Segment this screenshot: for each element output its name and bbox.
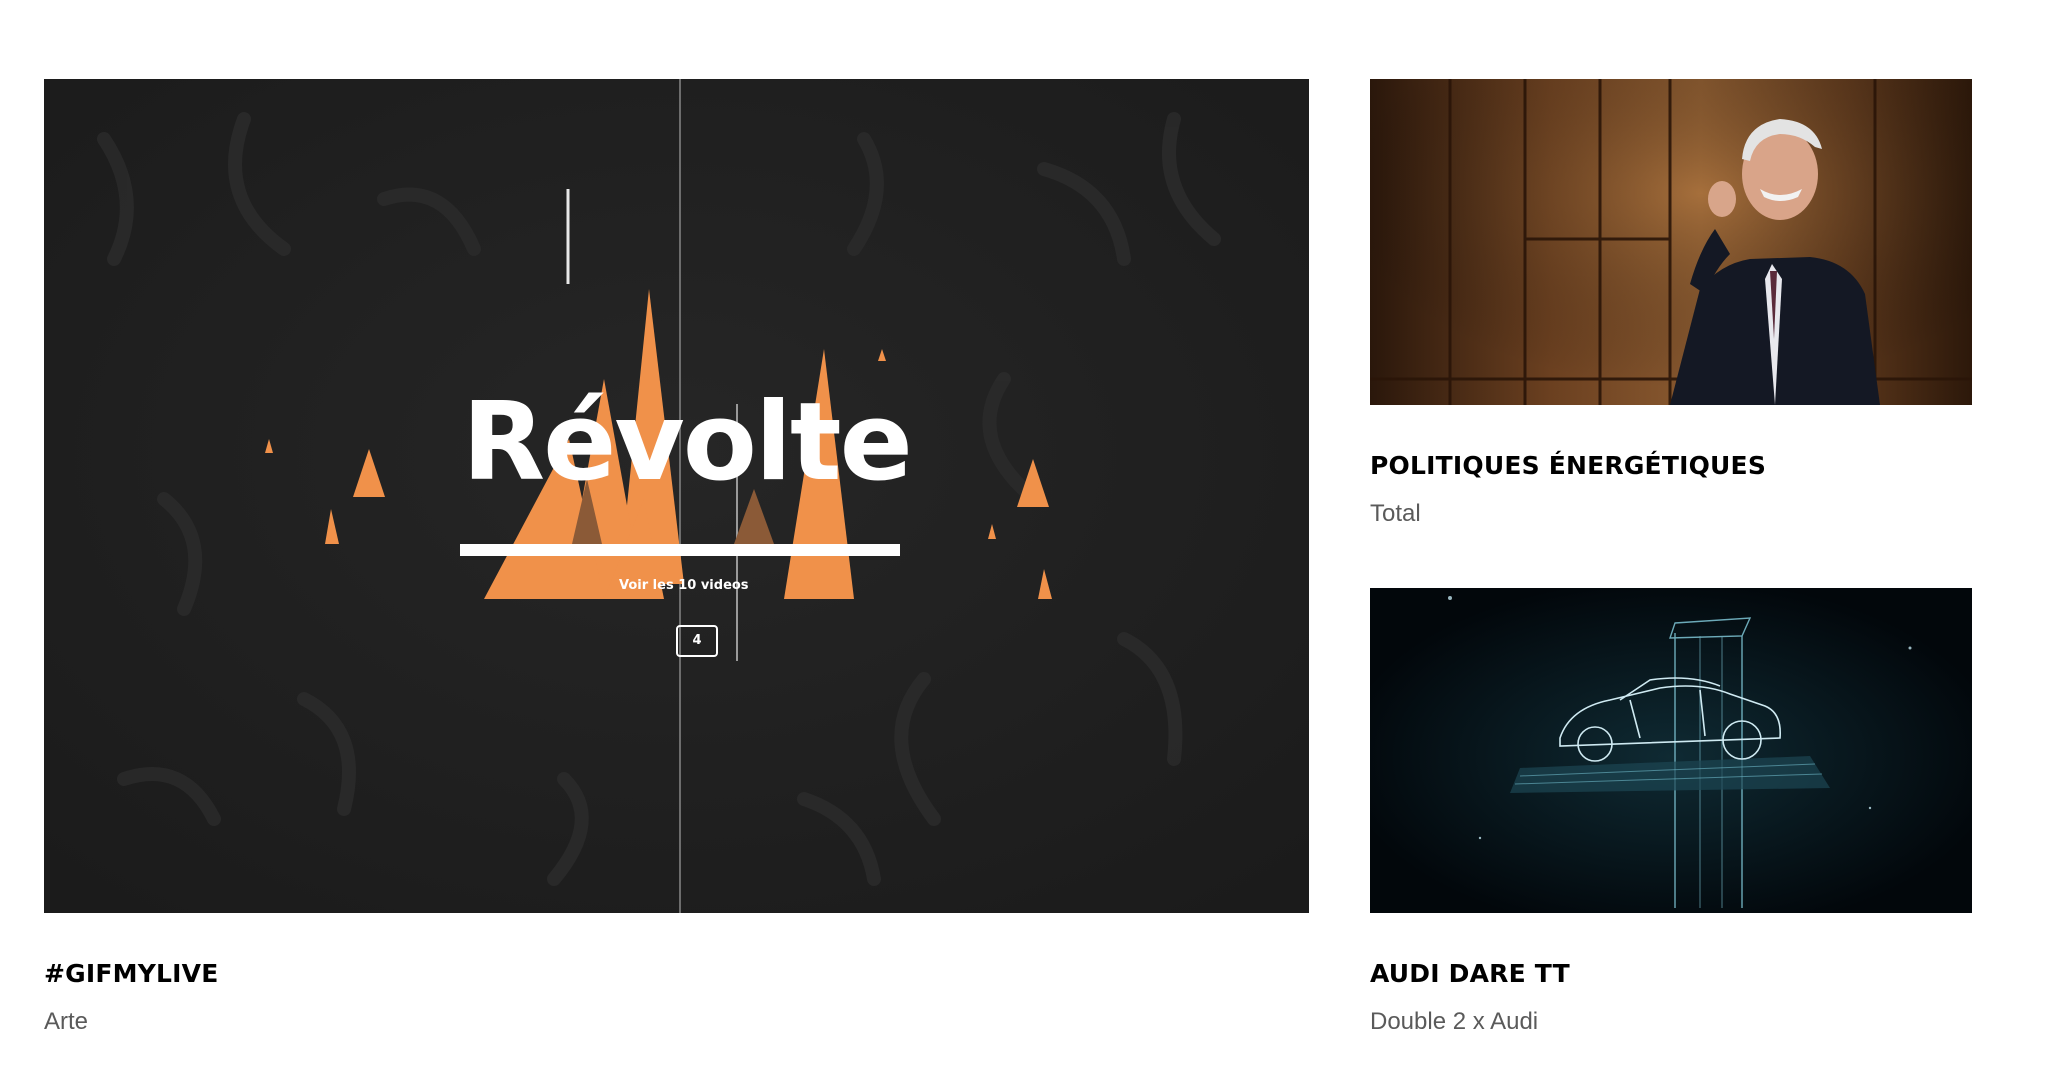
view-videos-link[interactable]: Voir les 10 videos (619, 578, 749, 593)
project-thumbnail[interactable] (1370, 588, 1972, 913)
project-client: Arte (44, 1008, 89, 1035)
project-title[interactable]: AUDI DARE TT (1370, 959, 1570, 988)
project-title[interactable]: POLITIQUES ÉNERGÉTIQUES (1370, 451, 1766, 480)
project-title[interactable]: #GIFMYLIVE (44, 959, 219, 988)
project-card-politiques-energetiques[interactable]: POLITIQUES ÉNERGÉTIQUES Total (1370, 79, 1972, 539)
comment-count-badge[interactable]: 4 (676, 625, 718, 657)
portrait-photo (1370, 79, 1972, 405)
project-thumbnail[interactable]: Révolte Voir les 10 videos 4 (44, 79, 1309, 913)
project-client: Total (1370, 500, 1421, 527)
project-client: Double 2 x Audi (1370, 1008, 1539, 1035)
thumbnail-headline: Révolte (462, 380, 913, 505)
project-card-audi-dare-tt[interactable]: AUDI DARE TT Double 2 x Audi (1370, 588, 1972, 1048)
project-card-gifmylive[interactable]: Révolte Voir les 10 videos 4 #GIFMYLIVE … (44, 79, 1309, 1039)
wireframe-car-render (1370, 588, 1972, 913)
project-thumbnail[interactable] (1370, 79, 1972, 405)
